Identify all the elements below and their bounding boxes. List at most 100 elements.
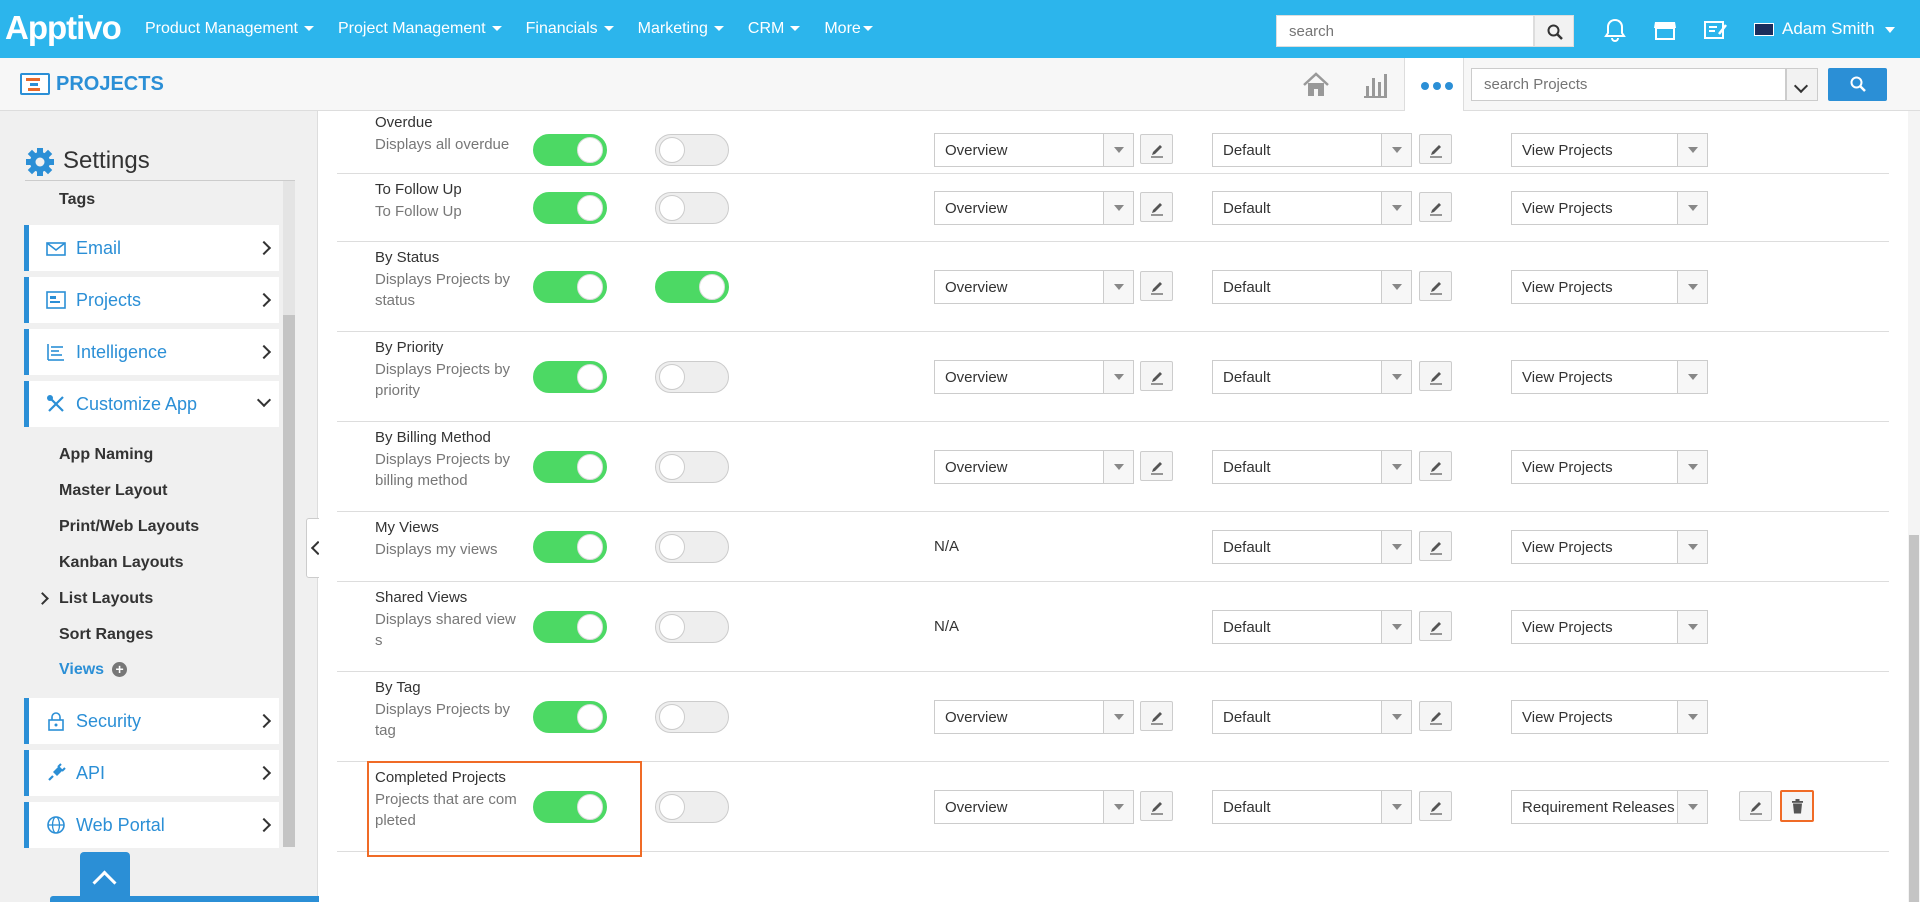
sidebar-item-customize-app[interactable]: Customize App <box>24 381 279 427</box>
sidebar-item-projects[interactable]: Projects <box>24 277 279 323</box>
view-default-toggle[interactable] <box>655 531 729 563</box>
layout-select[interactable]: Overview <box>934 270 1134 304</box>
edit-theme-button[interactable] <box>1419 133 1452 164</box>
action-select[interactable]: View Projects <box>1511 530 1708 564</box>
view-enable-toggle[interactable] <box>533 361 607 393</box>
theme-select[interactable]: Default <box>1212 700 1412 734</box>
theme-select[interactable]: Default <box>1212 270 1412 304</box>
sub-item-sort-ranges[interactable]: Sort Ranges <box>59 626 153 644</box>
tasks-edit-icon[interactable] <box>1701 16 1729 44</box>
sub-item-list-layouts[interactable]: List Layouts <box>59 590 153 608</box>
app-store-icon[interactable] <box>1651 16 1679 44</box>
delete-view-button[interactable] <box>1780 790 1814 822</box>
sub-item-app-naming[interactable]: App Naming <box>59 446 153 464</box>
global-search-input[interactable] <box>1276 15 1534 47</box>
sidebar-item-security[interactable]: Security <box>24 698 279 744</box>
action-select[interactable]: View Projects <box>1511 360 1708 394</box>
view-enable-toggle[interactable] <box>533 611 607 643</box>
edit-theme-button[interactable] <box>1419 271 1452 301</box>
action-select[interactable]: View Projects <box>1511 191 1708 225</box>
edit-theme-button[interactable] <box>1419 361 1452 391</box>
layout-select[interactable]: Overview <box>934 700 1134 734</box>
action-select[interactable]: View Projects <box>1511 132 1708 167</box>
view-enable-toggle[interactable] <box>533 701 607 733</box>
sub-item-print-web-layouts[interactable]: Print/Web Layouts <box>59 518 199 536</box>
search-options-dropdown[interactable] <box>1786 68 1818 101</box>
edit-layout-button[interactable] <box>1140 192 1173 222</box>
sidebar-item-email[interactable]: Email <box>24 225 279 271</box>
projects-search-button[interactable] <box>1828 68 1887 101</box>
projects-search-input[interactable] <box>1471 68 1786 101</box>
edit-layout-button[interactable] <box>1140 271 1173 301</box>
action-select[interactable]: View Projects <box>1511 610 1708 644</box>
edit-theme-button[interactable] <box>1419 531 1452 561</box>
edit-layout-button[interactable] <box>1140 791 1173 821</box>
view-default-toggle[interactable] <box>655 361 729 393</box>
view-default-toggle[interactable] <box>655 192 729 224</box>
sub-item-master-layout[interactable]: Master Layout <box>59 482 167 500</box>
apptivo-logo[interactable]: Apptivo <box>5 8 122 48</box>
menu-product-management[interactable]: Product Management <box>145 0 314 58</box>
view-default-toggle[interactable] <box>655 133 729 166</box>
theme-select[interactable]: Default <box>1212 530 1412 564</box>
layout-select[interactable]: Overview <box>934 450 1134 484</box>
sidebar-item-web-portal[interactable]: Web Portal <box>24 802 279 848</box>
view-enable-toggle[interactable] <box>533 192 607 224</box>
add-view-plus-icon[interactable]: + <box>112 662 128 678</box>
action-select[interactable]: Requirement Releases <box>1511 790 1708 824</box>
edit-theme-button[interactable] <box>1419 701 1452 731</box>
view-default-toggle[interactable] <box>655 271 729 303</box>
more-options-tab[interactable] <box>1404 58 1464 111</box>
app-title[interactable]: PROJECTS <box>56 71 164 97</box>
edit-theme-button[interactable] <box>1419 451 1452 481</box>
sidebar-item-tags[interactable]: Tags <box>59 191 95 209</box>
layout-select[interactable]: Overview <box>934 360 1134 394</box>
edit-theme-button[interactable] <box>1419 192 1452 222</box>
action-select[interactable]: View Projects <box>1511 700 1708 734</box>
view-default-toggle[interactable] <box>655 451 729 483</box>
layout-na-text: N/A <box>934 618 960 635</box>
edit-layout-button[interactable] <box>1140 361 1173 391</box>
global-search-button[interactable] <box>1534 15 1574 47</box>
edit-layout-button[interactable] <box>1140 451 1173 481</box>
view-enable-toggle[interactable] <box>533 271 607 303</box>
theme-select[interactable]: Default <box>1212 191 1412 225</box>
sidebar-item-intelligence[interactable]: Intelligence <box>24 329 279 375</box>
view-enable-toggle[interactable] <box>533 133 607 166</box>
sub-item-views[interactable]: Views + <box>59 661 128 679</box>
layout-select[interactable]: Overview <box>934 191 1134 225</box>
menu-more[interactable]: More <box>824 0 873 58</box>
menu-project-management[interactable]: Project Management <box>338 0 502 58</box>
main-scrollbar[interactable] <box>1908 111 1920 902</box>
sub-item-kanban-layouts[interactable]: Kanban Layouts <box>59 554 183 572</box>
theme-select[interactable]: Default <box>1212 450 1412 484</box>
scroll-to-top-button[interactable] <box>80 852 130 902</box>
theme-select[interactable]: Default <box>1212 790 1412 824</box>
menu-financials[interactable]: Financials <box>526 0 614 58</box>
view-default-toggle[interactable] <box>655 791 729 823</box>
menu-crm[interactable]: CRM <box>748 0 801 58</box>
layout-select[interactable]: Overview <box>934 132 1134 167</box>
edit-layout-button[interactable] <box>1140 701 1173 731</box>
sidebar-scrollbar[interactable] <box>283 181 295 847</box>
theme-select[interactable]: Default <box>1212 610 1412 644</box>
edit-theme-button[interactable] <box>1419 611 1452 641</box>
view-default-toggle[interactable] <box>655 611 729 643</box>
sidebar-item-api[interactable]: API <box>24 750 279 796</box>
theme-select[interactable]: Default <box>1212 360 1412 394</box>
reports-chart-icon[interactable] <box>1360 70 1390 100</box>
edit-layout-button[interactable] <box>1140 133 1173 164</box>
menu-marketing[interactable]: Marketing <box>638 0 724 58</box>
action-select[interactable]: View Projects <box>1511 270 1708 304</box>
layout-select[interactable]: Overview <box>934 790 1134 824</box>
edit-view-button[interactable] <box>1739 791 1772 821</box>
action-select[interactable]: View Projects <box>1511 450 1708 484</box>
edit-theme-button[interactable] <box>1419 791 1452 821</box>
theme-select[interactable]: Default <box>1212 132 1412 167</box>
view-enable-toggle[interactable] <box>533 451 607 483</box>
notifications-bell-icon[interactable] <box>1601 16 1629 44</box>
home-icon[interactable] <box>1301 70 1331 100</box>
user-menu[interactable]: Adam Smith <box>1754 0 1895 58</box>
view-enable-toggle[interactable] <box>533 531 607 563</box>
view-default-toggle[interactable] <box>655 701 729 733</box>
